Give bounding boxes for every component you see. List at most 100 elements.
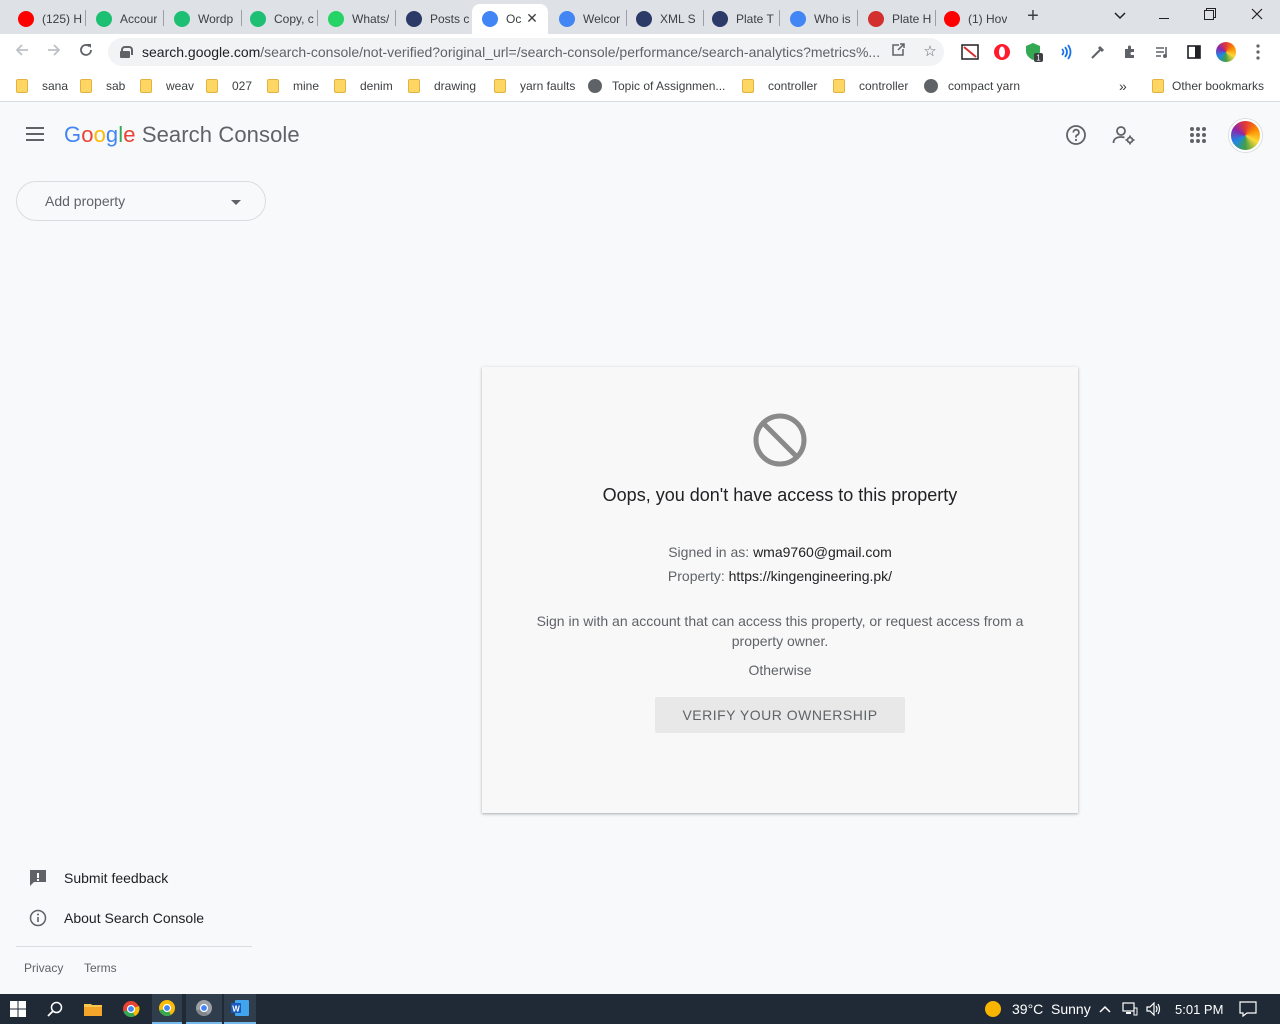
eyedropper-icon[interactable] bbox=[1088, 42, 1108, 62]
property-selector-label: Add property bbox=[45, 193, 126, 209]
browser-tab[interactable]: Oc ✕ bbox=[472, 4, 548, 34]
extensions-puzzle-icon[interactable] bbox=[1120, 42, 1140, 62]
bookmark-item[interactable]: 027 bbox=[206, 76, 252, 96]
bookmark-item[interactable]: controller bbox=[833, 76, 908, 96]
search-console-logo[interactable]: Google Search Console bbox=[64, 122, 300, 148]
otherwise-text: Otherwise bbox=[748, 662, 812, 678]
chrome-canary-taskbar-icon[interactable] bbox=[152, 994, 182, 1024]
windows-taskbar: W 39°C Sunny 5:01 PM bbox=[0, 994, 1280, 1024]
network-icon[interactable] bbox=[1120, 994, 1140, 1024]
windows-start-icon[interactable] bbox=[0, 994, 36, 1024]
taskbar-search-icon[interactable] bbox=[38, 994, 72, 1024]
address-bar[interactable]: search.google.com/search-console/not-ver… bbox=[108, 38, 944, 66]
browser-tab[interactable]: Plate H bbox=[858, 4, 934, 34]
browser-tab[interactable]: (125) H bbox=[8, 4, 84, 34]
file-explorer-icon[interactable] bbox=[76, 994, 110, 1024]
browser-tab[interactable]: Plate T bbox=[702, 4, 778, 34]
lock-icon bbox=[120, 46, 133, 58]
terms-link[interactable]: Terms bbox=[84, 961, 117, 975]
url-path: /search-console/not-verified?original_ur… bbox=[260, 44, 881, 60]
fiverr-icon bbox=[174, 11, 190, 27]
bookmark-label: mine bbox=[293, 79, 320, 93]
help-icon[interactable] bbox=[1063, 122, 1089, 148]
browser-tab[interactable]: Whats/ bbox=[318, 4, 394, 34]
browser-tab[interactable]: Accour bbox=[86, 4, 162, 34]
k-icon bbox=[636, 11, 652, 27]
bookmark-label: denim bbox=[360, 79, 393, 93]
search-console-icon bbox=[559, 11, 575, 27]
bookmark-star-icon[interactable]: ☆ bbox=[920, 42, 940, 62]
browser-tab[interactable]: Welcor bbox=[549, 4, 625, 34]
reload-button[interactable] bbox=[74, 40, 98, 64]
bookmark-item[interactable]: sab bbox=[80, 76, 125, 96]
share-icon[interactable] bbox=[888, 42, 908, 62]
extension-screenshot-icon[interactable] bbox=[960, 42, 980, 62]
account-avatar[interactable] bbox=[1229, 119, 1262, 152]
bookmark-item[interactable]: mine bbox=[267, 76, 319, 96]
forward-button[interactable] bbox=[42, 40, 66, 64]
bookmark-item[interactable]: compact yarn bbox=[924, 76, 1020, 96]
weather-temperature[interactable]: 39°C bbox=[1012, 994, 1043, 1024]
bookmark-item[interactable]: Topic of Assignmen... bbox=[588, 76, 725, 96]
word-taskbar-icon[interactable]: W bbox=[224, 994, 256, 1024]
browser-menu-icon[interactable] bbox=[1248, 42, 1268, 62]
minimize-button[interactable] bbox=[1150, 4, 1178, 26]
restore-button[interactable] bbox=[1196, 4, 1224, 26]
close-tab-icon[interactable]: ✕ bbox=[524, 10, 540, 26]
tab-search-chevron-icon[interactable] bbox=[1106, 4, 1134, 26]
tab-title: Posts c bbox=[430, 12, 470, 26]
profile-avatar-small[interactable] bbox=[1216, 42, 1236, 62]
browser-tab[interactable]: Wordp bbox=[164, 4, 240, 34]
chrome-taskbar-icon[interactable] bbox=[114, 994, 148, 1024]
weather-condition[interactable]: Sunny bbox=[1051, 994, 1091, 1024]
signal-extension-icon[interactable] bbox=[1056, 42, 1076, 62]
privacy-link[interactable]: Privacy bbox=[24, 961, 63, 975]
side-panel-icon[interactable] bbox=[1184, 42, 1204, 62]
browser-tab[interactable]: (1) Hov bbox=[934, 4, 1010, 34]
blocked-icon bbox=[752, 412, 808, 468]
verify-ownership-button[interactable]: VERIFY YOUR OWNERSHIP bbox=[655, 697, 905, 733]
url-host: search.google.com bbox=[142, 44, 261, 60]
main-menu-button[interactable] bbox=[26, 127, 44, 141]
manage-users-icon[interactable] bbox=[1111, 122, 1137, 148]
google-apps-icon[interactable] bbox=[1185, 122, 1211, 148]
new-tab-button[interactable]: + bbox=[1022, 6, 1044, 28]
other-bookmarks-label: Other bookmarks bbox=[1172, 79, 1265, 93]
browser-tab[interactable]: Who is bbox=[780, 4, 856, 34]
bookmark-other-bookmarks[interactable]: Other bookmarks bbox=[1152, 76, 1264, 96]
logo-letter: o bbox=[81, 122, 94, 147]
bookmark-item[interactable]: denim bbox=[334, 76, 393, 96]
clock-time[interactable]: 5:01 PM bbox=[1175, 994, 1223, 1024]
overflow-label: » bbox=[1119, 78, 1127, 94]
submit-feedback-link[interactable]: Submit feedback bbox=[28, 868, 168, 888]
bookmark-item[interactable]: sana bbox=[16, 76, 68, 96]
tab-title: Plate T bbox=[736, 12, 774, 26]
tab-title: (1) Hov bbox=[968, 12, 1008, 26]
media-queue-icon[interactable] bbox=[1152, 42, 1172, 62]
plate-icon bbox=[868, 11, 884, 27]
logo-letter: g bbox=[105, 122, 119, 147]
browser-tab[interactable]: Posts c bbox=[396, 4, 472, 34]
bookmark-item[interactable]: weav bbox=[140, 76, 194, 96]
chrome-active-taskbar-icon[interactable] bbox=[186, 994, 222, 1024]
notifications-icon[interactable] bbox=[1236, 994, 1260, 1024]
bookmark-item[interactable]: yarn faults bbox=[494, 76, 575, 96]
tray-chevron-up-icon[interactable] bbox=[1097, 994, 1113, 1024]
folder-icon bbox=[742, 79, 754, 93]
bookmark-item[interactable]: drawing bbox=[408, 76, 476, 96]
bookmarks-overflow-button[interactable]: » bbox=[1119, 76, 1127, 96]
browser-tab[interactable]: XML S bbox=[626, 4, 702, 34]
browser-tab[interactable]: Copy, c bbox=[240, 4, 316, 34]
bookmark-item[interactable]: controller bbox=[742, 76, 817, 96]
shield-extension-icon[interactable]: 1 bbox=[1024, 42, 1044, 62]
about-label: About Search Console bbox=[64, 910, 205, 926]
weather-sun-icon[interactable] bbox=[982, 994, 1004, 1024]
back-button[interactable] bbox=[10, 40, 34, 64]
property-selector[interactable]: Add property bbox=[16, 181, 266, 221]
page-icon bbox=[588, 79, 602, 93]
property-line: Property: https://kingengineering.pk/ bbox=[482, 568, 1078, 584]
close-window-button[interactable] bbox=[1243, 4, 1271, 26]
volume-icon[interactable] bbox=[1144, 994, 1164, 1024]
opera-extension-icon[interactable] bbox=[992, 42, 1012, 62]
about-search-console-link[interactable]: About Search Console bbox=[28, 908, 204, 928]
